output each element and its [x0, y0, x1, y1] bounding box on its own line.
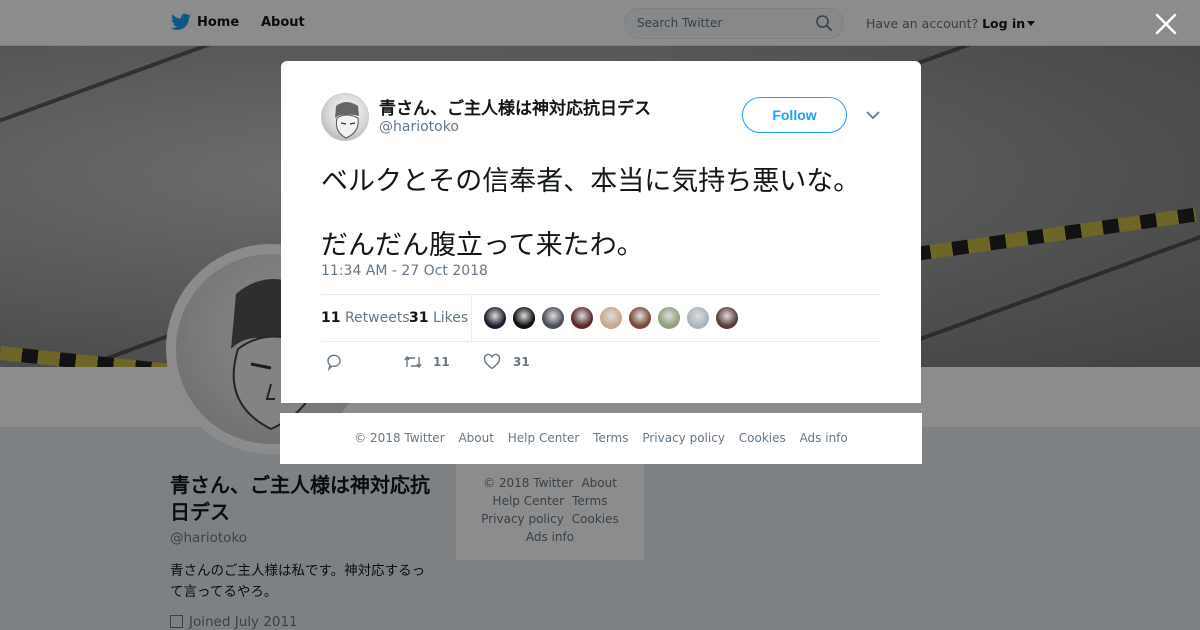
likes-count: 31: [409, 310, 429, 326]
stats-divider: [471, 295, 472, 341]
tweet-stats: 11 Retweets 31 Likes: [321, 294, 881, 342]
close-icon[interactable]: [1154, 12, 1178, 36]
liker-avatar[interactable]: [512, 306, 536, 330]
footer-link-about[interactable]: About: [458, 431, 493, 445]
tweet-actions: 11 31: [321, 351, 881, 375]
liker-avatar[interactable]: [657, 306, 681, 330]
tweet-author-name[interactable]: 青さん、ご主人様は神対応抗日デス: [379, 94, 651, 119]
tweet-timestamp[interactable]: 11:34 AM - 27 Oct 2018: [321, 263, 488, 279]
liker-avatar[interactable]: [483, 306, 507, 330]
footer-copyright: © 2018 Twitter: [354, 431, 445, 445]
footer-link-terms[interactable]: Terms: [593, 431, 628, 445]
retweet-count: 11: [433, 355, 450, 369]
liker-avatar[interactable]: [570, 306, 594, 330]
footer-link-help[interactable]: Help Center: [508, 431, 580, 445]
tweet-text-line: ベルクとその信奉者、本当に気持ち悪いな。: [321, 166, 861, 197]
footer-link-cookies[interactable]: Cookies: [739, 431, 786, 445]
reply-icon: [327, 354, 341, 371]
retweets-count: 11: [321, 310, 341, 326]
tweet-author-avatar[interactable]: [321, 93, 369, 141]
avatar-drawing: [335, 102, 359, 139]
like-count: 31: [513, 355, 530, 369]
likes-label: Likes: [432, 310, 469, 326]
liker-avatar[interactable]: [541, 306, 565, 330]
retweets-label: Retweets: [344, 310, 410, 326]
liker-avatar[interactable]: [715, 306, 739, 330]
tweet-modal: 青さん、ご主人様は神対応抗日デス @hariotoko Follow ベルクとそ…: [281, 61, 921, 403]
likes-stat[interactable]: 31 Likes: [409, 310, 468, 326]
heart-icon: [483, 353, 501, 370]
modal-footer: © 2018 Twitter About Help Center Terms P…: [280, 413, 922, 464]
chevron-down-icon[interactable]: [865, 108, 881, 122]
retweets-stat[interactable]: 11 Retweets: [321, 310, 410, 326]
liker-avatar[interactable]: [599, 306, 623, 330]
liker-avatar[interactable]: [686, 306, 710, 330]
tweet-author-handle[interactable]: @hariotoko: [379, 119, 459, 135]
retweet-icon: [404, 355, 422, 369]
follow-button[interactable]: Follow: [742, 97, 847, 133]
tweet-text: ベルクとその信奉者、本当に気持ち悪いな。 だんだん腹立って来たわ。: [321, 150, 901, 278]
footer-link-ads[interactable]: Ads info: [800, 431, 848, 445]
liker-avatar[interactable]: [628, 306, 652, 330]
footer-link-privacy[interactable]: Privacy policy: [642, 431, 725, 445]
